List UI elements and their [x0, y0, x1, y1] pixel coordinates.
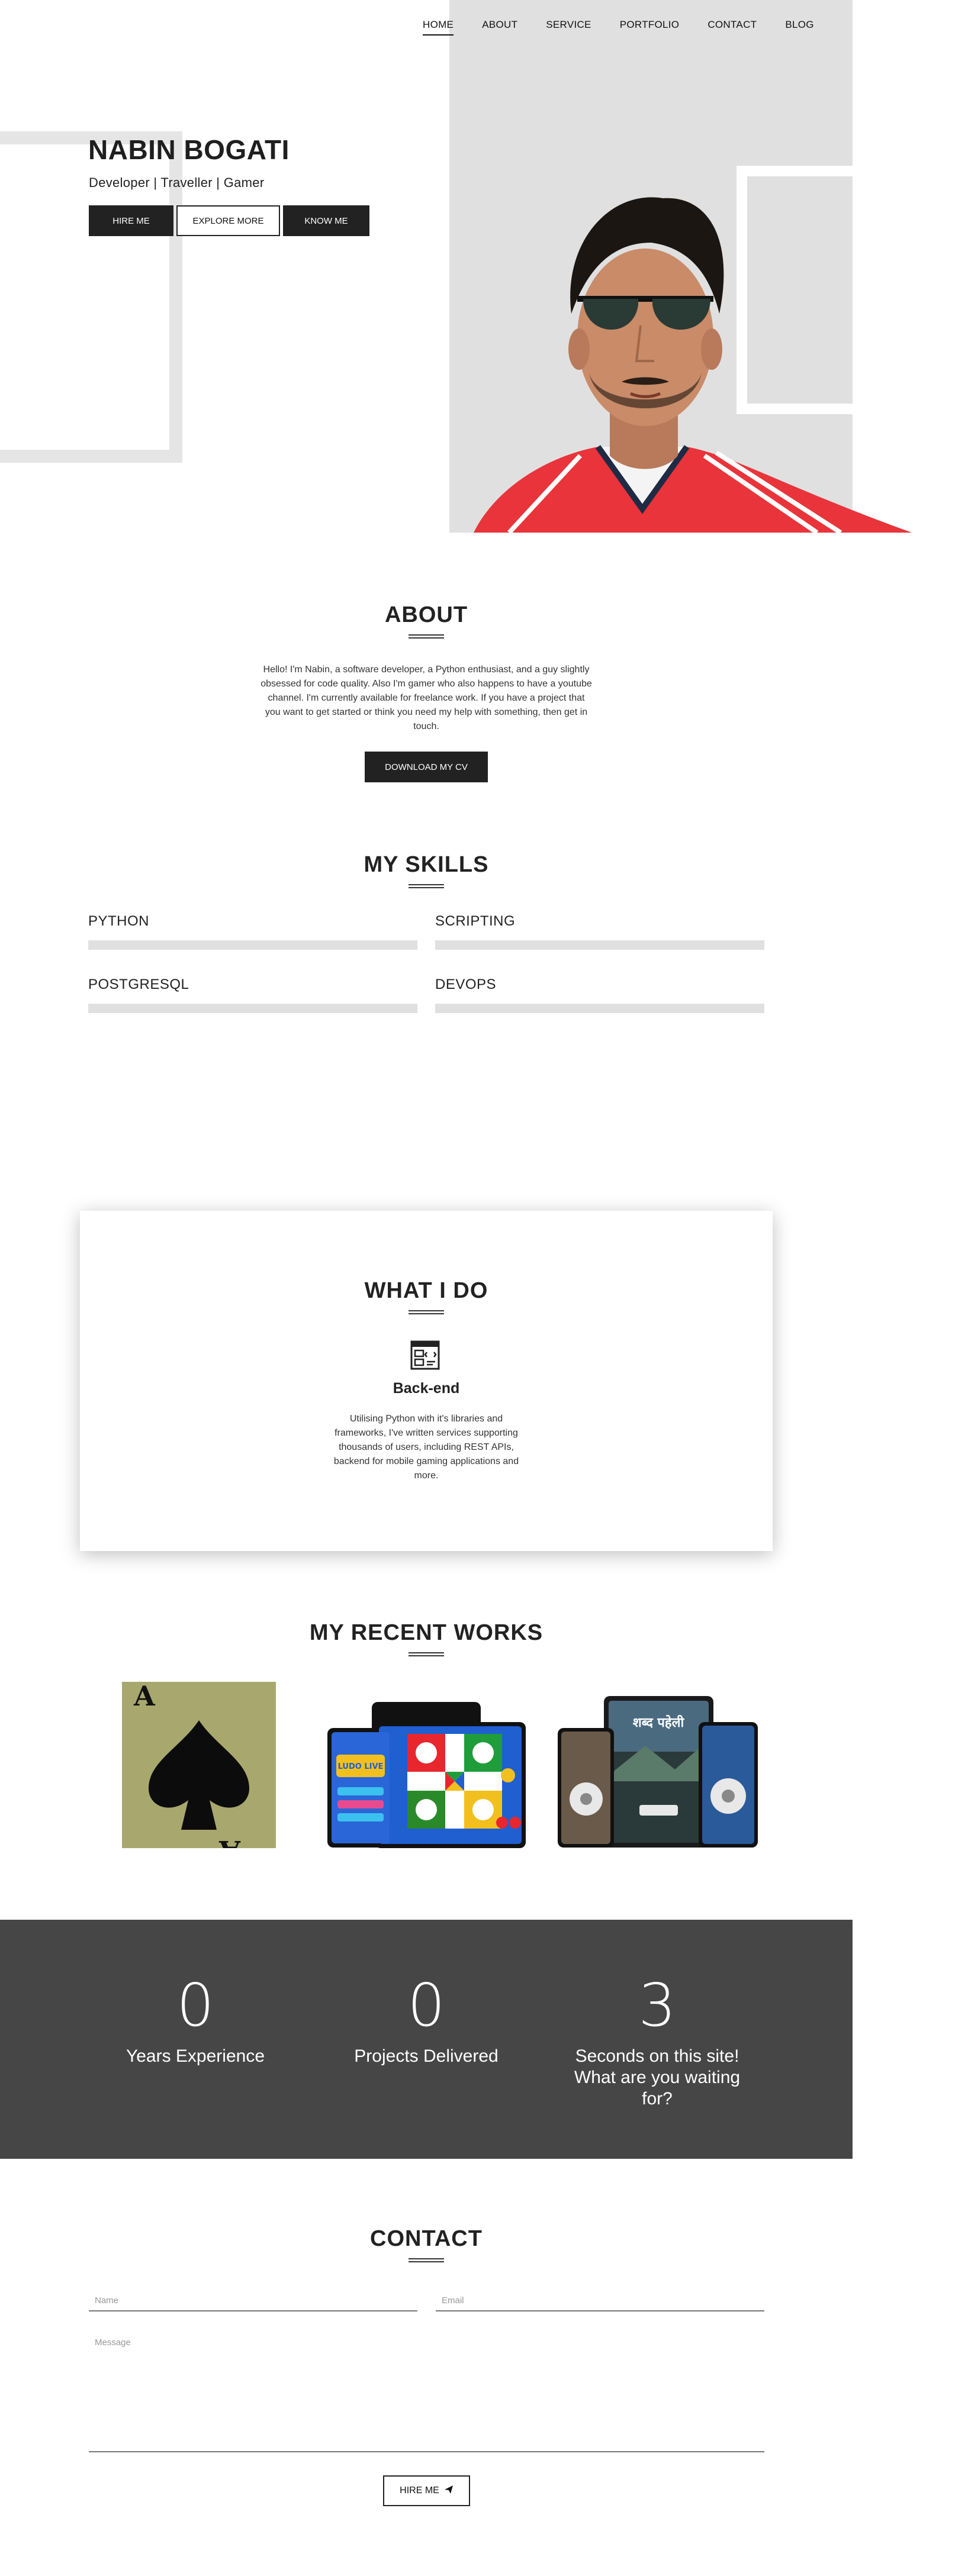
nav-about[interactable]: ABOUT: [482, 19, 517, 36]
stat-value: 0: [407, 1971, 445, 2040]
what-i-do-text: Utilising Python with it's libraries and…: [333, 1414, 519, 1481]
skill-progress-bar: [435, 1004, 764, 1013]
stat-value: 3: [638, 1971, 676, 2040]
stat-label: Seconds on this site! What are you waiti…: [574, 2046, 741, 2108]
what-i-do-title-divider: [409, 1310, 444, 1314]
work-word-puzzle[interactable]: शब्द पहेली: [557, 1692, 761, 1849]
stat-label: Years Experience: [126, 2046, 265, 2066]
nav-portfolio[interactable]: PORTFOLIO: [620, 19, 680, 36]
hero-subtitle: Developer | Traveller | Gamer: [89, 175, 265, 190]
download-cv-button[interactable]: DOWNLOAD MY CV: [365, 752, 488, 782]
work-ludo-game[interactable]: LUDO LIVE: [324, 1698, 529, 1849]
skill-progress-bar: [435, 940, 764, 950]
skill-python: PYTHON: [88, 913, 417, 950]
skill-progress-bar: [88, 940, 417, 950]
skill-scripting: SCRIPTING: [435, 913, 764, 950]
skill-postgresql: POSTGRESQL: [88, 976, 417, 1013]
works-title-divider: [409, 1652, 444, 1656]
stat-experience: 0 Years Experience: [77, 1976, 314, 2067]
code-window-icon: [410, 1340, 440, 1370]
skill-label: DEVOPS: [435, 976, 497, 992]
contact-hire-me-label: HIRE ME: [400, 2485, 439, 2496]
nav-contact[interactable]: CONTACT: [707, 19, 757, 36]
works-title: MY RECENT WORKS: [309, 1620, 544, 1645]
skill-progress-bar: [88, 1004, 417, 1013]
word-puzzle-title: शब्द पहेली: [633, 1714, 685, 1730]
hero-name: NABIN BOGATI: [88, 134, 290, 165]
about-text: Hello! I'm Nabin, a software developer, …: [261, 665, 592, 731]
hero-buttons: HIRE ME EXPLORE MORE KNOW ME: [89, 205, 369, 236]
skills-title-divider: [409, 884, 444, 888]
about-title: ABOUT: [384, 602, 468, 627]
stats-section: 0 Years Experience 0 Projects Delivered …: [0, 1920, 853, 2159]
know-me-button[interactable]: KNOW ME: [283, 205, 369, 236]
contact-title-divider: [409, 2258, 444, 2262]
skill-label: SCRIPTING: [435, 913, 516, 929]
name-field[interactable]: [89, 2290, 417, 2311]
what-i-do-heading: Back-end: [393, 1380, 460, 1397]
email-field[interactable]: [436, 2290, 764, 2311]
hire-me-button[interactable]: HIRE ME: [89, 205, 173, 236]
contact-hire-me-button[interactable]: HIRE ME: [383, 2475, 470, 2506]
message-field[interactable]: [89, 2334, 764, 2452]
work-ace-of-spades[interactable]: A A: [122, 1682, 276, 1848]
stat-seconds: 3 Seconds on this site! What are you wai…: [539, 1976, 776, 2110]
card-corner-top: A: [133, 1682, 156, 1712]
stat-value: 0: [176, 1971, 214, 2040]
hero-section: HOME ABOUT SERVICE PORTFOLIO CONTACT BLO…: [0, 0, 968, 533]
skill-devops: DEVOPS: [435, 976, 764, 1013]
main-nav: HOME ABOUT SERVICE PORTFOLIO CONTACT BLO…: [423, 19, 842, 36]
stat-projects: 0 Projects Delivered: [308, 1976, 545, 2067]
nav-home[interactable]: HOME: [423, 19, 454, 36]
send-icon: [444, 2485, 454, 2497]
nav-service[interactable]: SERVICE: [546, 19, 591, 36]
about-title-divider: [409, 634, 444, 639]
contact-title: CONTACT: [370, 2226, 483, 2251]
skill-label: PYTHON: [88, 913, 150, 929]
skills-title: MY SKILLS: [364, 852, 489, 877]
card-corner-bottom: A: [218, 1835, 241, 1848]
nav-blog[interactable]: BLOG: [785, 19, 813, 36]
hero-portrait: [450, 178, 912, 533]
skill-label: POSTGRESQL: [88, 976, 189, 992]
stat-label: Projects Delivered: [354, 2046, 499, 2066]
explore-more-button[interactable]: EXPLORE MORE: [176, 205, 280, 236]
what-i-do-title: WHAT I DO: [364, 1278, 488, 1303]
ludo-logo-text: LUDO LIVE: [338, 1762, 384, 1771]
